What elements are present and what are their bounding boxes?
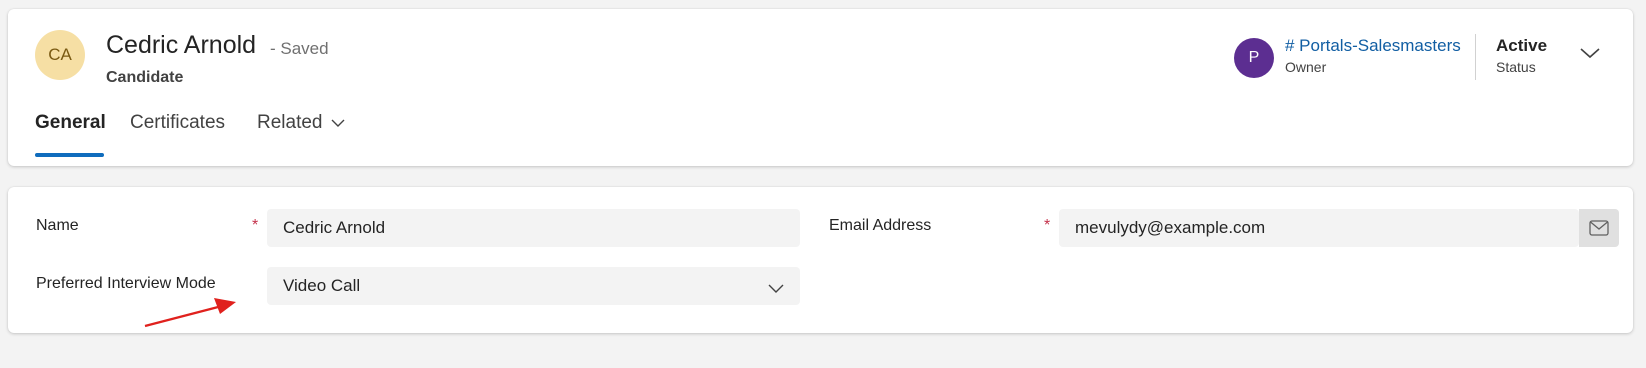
mail-icon[interactable] bbox=[1579, 209, 1619, 247]
general-form-section: Name * Cedric Arnold Email Address * mev… bbox=[8, 187, 1633, 333]
name-label: Name bbox=[36, 217, 79, 234]
header-divider bbox=[1475, 34, 1476, 80]
status-value: Active bbox=[1496, 36, 1548, 55]
owner-label: Owner bbox=[1285, 59, 1327, 75]
chevron-down-icon bbox=[331, 112, 345, 134]
tab-related-label: Related bbox=[257, 112, 323, 134]
interview-mode-value: Video Call bbox=[283, 276, 361, 295]
email-label: Email Address bbox=[829, 217, 932, 234]
record-title: Cedric Arnold bbox=[106, 31, 257, 59]
owner-link[interactable]: # Portals-Salesmasters bbox=[1285, 36, 1461, 56]
entity-name: Candidate bbox=[106, 69, 184, 86]
interview-mode-label: Preferred Interview Mode bbox=[36, 275, 216, 292]
chevron-down-icon bbox=[768, 279, 784, 299]
save-status: - Saved bbox=[270, 39, 329, 58]
record-header: CA Cedric Arnold - Saved Candidate P # P… bbox=[8, 9, 1633, 166]
name-input[interactable]: Cedric Arnold bbox=[267, 209, 800, 247]
record-avatar: CA bbox=[35, 30, 85, 80]
tab-general[interactable]: General bbox=[35, 112, 106, 134]
required-marker: * bbox=[252, 217, 259, 234]
owner-avatar: P bbox=[1234, 38, 1274, 78]
tab-certificates[interactable]: Certificates bbox=[130, 112, 225, 134]
status-label: Status bbox=[1496, 59, 1536, 75]
interview-mode-select[interactable]: Video Call bbox=[267, 267, 800, 305]
tab-related[interactable]: Related bbox=[257, 112, 345, 134]
required-marker: * bbox=[1044, 217, 1051, 234]
active-tab-indicator bbox=[35, 153, 104, 157]
chevron-down-icon[interactable] bbox=[1578, 44, 1602, 62]
email-input[interactable]: mevulydy@example.com bbox=[1059, 209, 1579, 247]
